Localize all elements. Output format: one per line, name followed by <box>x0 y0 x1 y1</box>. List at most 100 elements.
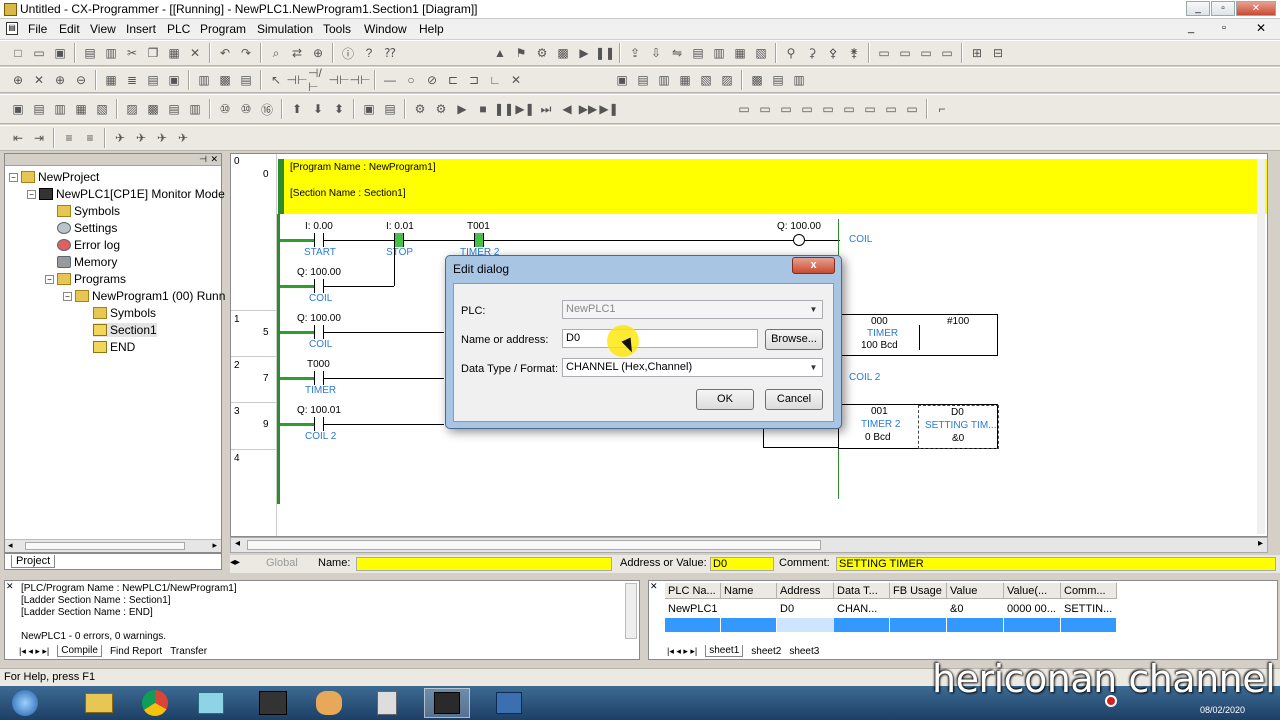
menu-program[interactable]: Program <box>200 22 246 36</box>
tree-item-plc[interactable]: − NewPLC1[CP1E] Monitor Mode <box>27 187 225 201</box>
zoom-icon[interactable]: ⊕ <box>308 43 328 63</box>
watch-col-fbusage[interactable]: FB Usage <box>890 583 947 599</box>
menu-window[interactable]: Window <box>364 22 407 36</box>
properties-icon[interactable]: ▧ <box>92 99 112 119</box>
watch-cell[interactable]: &0 <box>947 601 1004 617</box>
help-icon[interactable]: ? <box>359 43 379 63</box>
name-address-input[interactable]: D0 <box>562 329 758 348</box>
menu-simulation[interactable]: Simulation <box>257 22 313 36</box>
print-preview-icon[interactable]: ▥ <box>101 43 121 63</box>
project-hscroll[interactable]: ◂ ▸ <box>5 539 221 552</box>
pause-icon[interactable]: ❚❚ <box>595 43 615 63</box>
no-contact-icon[interactable]: ⊣⊢ <box>287 70 308 90</box>
watch-window-icon[interactable]: ▥ <box>50 99 70 119</box>
delete-line-icon[interactable]: ✕ <box>506 70 526 90</box>
scroll-right-icon[interactable]: ▸ <box>1258 538 1263 549</box>
menu-insert[interactable]: Insert <box>126 22 156 36</box>
watch-cell[interactable] <box>721 601 777 617</box>
collapse-icon[interactable]: − <box>45 274 54 284</box>
close-button[interactable]: ✕ <box>1236 1 1276 16</box>
start-button[interactable] <box>2 688 48 718</box>
tree-item-section1[interactable]: Section1 <box>93 323 157 337</box>
watch-new-cell[interactable] <box>890 618 947 632</box>
base-16-icon[interactable]: ⑯ <box>257 99 277 119</box>
comment-field[interactable]: SETTING TIMER <box>836 557 1276 571</box>
find-icon[interactable]: ⌕ <box>266 43 286 63</box>
cx-designer-icon[interactable] <box>250 688 296 718</box>
compare-icon[interactable]: ⇋ <box>667 43 687 63</box>
force-off-icon[interactable]: ⚳ <box>802 43 822 63</box>
address-ref-icon[interactable]: ▦ <box>71 99 91 119</box>
sim-continue-icon[interactable]: ▶▶ <box>578 99 598 119</box>
errors-icon[interactable]: ▥ <box>789 70 809 90</box>
breakpoint-icon[interactable]: ▭ <box>734 99 754 119</box>
online-edit-icon[interactable]: ▣ <box>612 70 632 90</box>
replace-icon[interactable]: ⇄ <box>287 43 307 63</box>
mnemonics-icon[interactable]: ▥ <box>185 99 205 119</box>
tree-item-symbols[interactable]: Symbols <box>57 204 120 218</box>
collapse-icon[interactable]: − <box>27 189 36 199</box>
base-10-icon[interactable]: ⑩ <box>215 99 235 119</box>
menu-tools[interactable]: Tools <box>323 22 351 36</box>
contact-stop[interactable] <box>394 233 404 247</box>
horizontal-line-icon[interactable]: — <box>380 70 400 90</box>
coil-icon[interactable]: ○ <box>401 70 421 90</box>
watch-cell[interactable] <box>890 601 947 617</box>
sim-run-icon[interactable]: ⚙ <box>410 99 430 119</box>
zoom-out-icon[interactable]: ⊖ <box>71 70 91 90</box>
contact-start[interactable] <box>314 233 324 247</box>
paste-icon[interactable]: ▦ <box>164 43 184 63</box>
zoom-to-fit-icon[interactable]: ⊕ <box>8 70 28 90</box>
debug-mode-icon[interactable]: ▥ <box>709 43 729 63</box>
menu-edit[interactable]: Edit <box>59 22 80 36</box>
tab-transfer[interactable]: Transfer <box>170 646 207 657</box>
tool-b-icon[interactable]: ✈ <box>131 128 151 148</box>
breakpoint-8-icon[interactable]: ▭ <box>881 99 901 119</box>
monitor-mode-icon[interactable]: ▦ <box>730 43 750 63</box>
contact-timer[interactable] <box>314 371 324 385</box>
tree-item-memory[interactable]: Memory <box>57 255 117 269</box>
equal-icon[interactable]: ⊟ <box>988 43 1008 63</box>
rung-comments-icon[interactable]: ▤ <box>143 70 163 90</box>
watch-col-value-ext[interactable]: Value(... <box>1004 583 1061 599</box>
data-type-select[interactable]: CHANNEL (Hex,Channel) ▼ <box>562 358 823 377</box>
chrome-icon[interactable] <box>132 688 178 718</box>
watch-new-row[interactable] <box>665 618 1117 632</box>
set-value-icon[interactable]: ⬆ <box>287 99 307 119</box>
watch-new-cell[interactable] <box>1004 618 1061 632</box>
tree-item-end[interactable]: END <box>93 340 135 354</box>
open-icon[interactable]: ▭ <box>29 43 49 63</box>
or-contact-icon[interactable]: ⊣⊢ <box>329 70 350 90</box>
watch-col-value[interactable]: Value <box>947 583 1004 599</box>
watch-col-address[interactable]: Address <box>777 583 834 599</box>
memory-view-icon[interactable]: ▤ <box>768 70 788 90</box>
simulate-icon[interactable]: ▩ <box>553 43 573 63</box>
local-symbols-icon[interactable]: ▩ <box>143 99 163 119</box>
vertical-line-icon[interactable]: ⊐ <box>464 70 484 90</box>
tim2-block[interactable]: 001 TIMER 2 0 Bcd D0 SETTING TIM... &0 <box>838 404 999 449</box>
return-icon[interactable]: ⌐ <box>932 99 952 119</box>
nc-contact-icon[interactable]: ⊣/⊢ <box>308 66 328 94</box>
tab-sheet3[interactable]: sheet3 <box>789 646 819 657</box>
tree-item-error-log[interactable]: Error log <box>57 238 120 252</box>
watch-col-datatype[interactable]: Data T... <box>834 583 890 599</box>
online-simulator-icon[interactable]: ▣ <box>359 99 379 119</box>
minimize-button[interactable]: _ <box>1186 1 1210 16</box>
cx-programmer-taskbar-icon[interactable] <box>424 688 470 718</box>
nav-left-icon[interactable]: ◂▸ <box>230 557 240 568</box>
reset-value-icon[interactable]: ⬇ <box>308 99 328 119</box>
line-icon[interactable]: ∟ <box>485 70 505 90</box>
breakpoint-5-icon[interactable]: ▭ <box>818 99 838 119</box>
mnemonic-view-icon[interactable]: ▤ <box>236 70 256 90</box>
diff-icon[interactable]: ⊞ <box>967 43 987 63</box>
time-chart-icon[interactable]: ▨ <box>717 70 737 90</box>
ladder-view-icon[interactable]: ▩ <box>215 70 235 90</box>
force-cancel-icon[interactable]: ⚴ <box>823 43 843 63</box>
tree-item-program-symbols[interactable]: Symbols <box>93 306 156 320</box>
send-edit-icon[interactable]: ▥ <box>654 70 674 90</box>
cancel-button[interactable]: Cancel <box>765 389 823 410</box>
watch-new-cell[interactable] <box>721 618 777 632</box>
monitor-icon[interactable]: ⚙ <box>532 43 552 63</box>
watch-cell[interactable]: NewPLC1 <box>665 601 721 617</box>
sim-play-icon[interactable]: ▶ <box>452 99 472 119</box>
